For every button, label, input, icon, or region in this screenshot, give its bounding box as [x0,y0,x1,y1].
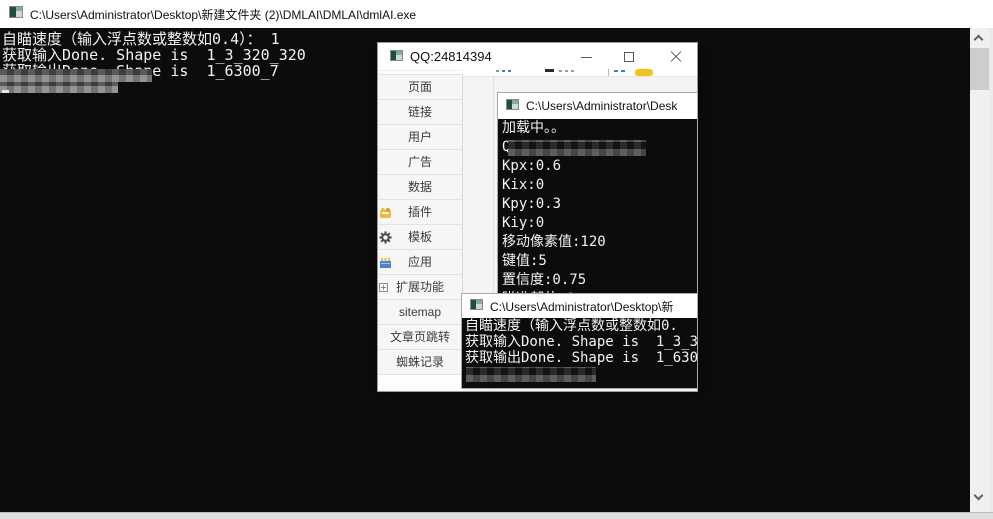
toolbar-fragment [508,70,511,72]
main-window-titlebar: C:\Users\Administrator\Desktop\新建文件夹 (2)… [0,0,993,28]
toolbar-fragment [496,70,499,72]
param-console-titlebar: C:\Users\Administrator\Desk [498,93,697,119]
censored-block [508,140,646,156]
censored-block [0,69,152,82]
console-line: 获取输入Done. Shape is 1_3_320_320 [2,47,306,63]
console-line: Kix:0 [502,176,697,195]
sidebar-item-plugins[interactable]: 插件 [378,200,462,225]
console-line: 获取输入Done. Shape is 1_3_32 [465,334,697,350]
sidebar-item-pages[interactable]: 页面 [378,75,462,100]
console-line: 获取输出Done. Shape is 1_6300 [465,350,697,366]
console-app-icon [506,97,519,115]
toolbar-button-clipped[interactable] [635,69,653,76]
param-console-title: C:\Users\Administrator\Desk [526,99,677,113]
plugin-icon [379,206,392,219]
console-line: 加载中。。 [502,119,697,138]
console-line: 置信度:0.75 [502,271,697,290]
maximize-icon [624,52,634,62]
qq-maximize-button[interactable] [612,43,646,71]
extension-icon [379,281,392,294]
toolbar-fragment [502,70,505,72]
console-line: 自瞄速度（输入浮点数或整数如0. [465,318,697,334]
toolbar-fragment [621,70,625,72]
toolbar-fragment [571,70,574,72]
qq-toolbar-clipped [463,69,697,77]
sidebar-item-spider-log[interactable]: 蜘蛛记录 [378,350,462,375]
overlay-console-titlebar: C:\Users\Administrator\Desktop\新 [462,294,697,318]
scroll-up-icon[interactable] [975,34,983,42]
console-line: 键值:5 [502,252,697,271]
qq-window-icon [390,48,403,66]
console-app-icon [9,5,23,23]
console-line: Kpy:0.3 [502,195,697,214]
console-line: 移动像素值:120 [502,233,697,252]
sidebar-item-users[interactable]: 用户 [378,125,462,150]
close-icon [670,51,682,63]
qq-minimize-button[interactable] [569,43,603,71]
minimize-icon [581,57,592,58]
apps-icon [379,256,392,269]
main-window-title: C:\Users\Administrator\Desktop\新建文件夹 (2)… [30,6,416,23]
desktop-stage: C:\Users\Administrator\Desktop\新建文件夹 (2)… [0,0,993,519]
main-console-scrollbar[interactable] [970,28,989,512]
console-line: Kiy:0 [502,214,697,233]
overlay-console-window: C:\Users\Administrator\Desktop\新 自瞄速度（输入… [461,293,698,389]
sidebar-item-data[interactable]: 数据 [378,175,462,200]
scroll-down-icon[interactable] [975,494,983,502]
sidebar-item-extensions[interactable]: 扩展功能 [378,275,462,300]
sidebar-item-ads[interactable]: 广告 [378,150,462,175]
window-frame-bottom [0,512,993,519]
qq-window-title: QQ:24814394 [410,49,492,64]
sidebar-item-article-redirect[interactable]: 文章页跳转 [378,325,462,350]
console-line: Kpx:0.6 [502,157,697,176]
toolbar-fragment [545,69,554,72]
sidebar-item-apps[interactable]: 应用 [378,250,462,275]
console-cursor [2,90,9,93]
censored-block [0,82,118,93]
toolbar-fragment [559,70,562,72]
toolbar-fragment [614,70,618,72]
scrollbar-thumb[interactable] [970,48,989,90]
sidebar-item-sitemap[interactable]: sitemap [378,300,462,325]
console-line: 自瞄速度（输入浮点数或整数如0.4）： 1 [2,31,280,47]
window-frame-right [989,0,993,519]
overlay-console-title: C:\Users\Administrator\Desktop\新 [490,298,673,315]
censored-block [466,367,596,382]
gear-icon [379,231,392,244]
sidebar-item-links[interactable]: 链接 [378,100,462,125]
sidebar-item-templates[interactable]: 模板 [378,225,462,250]
qq-sidebar: 页面 链接 用户 广告 数据 插件 模板 应用 [378,74,463,375]
qq-window-titlebar: QQ:24814394 [378,43,697,71]
toolbar-separator [608,69,609,76]
overlay-console-output: 自瞄速度（输入浮点数或整数如0. 获取输入Done. Shape is 1_3_… [462,318,697,388]
toolbar-fragment [565,70,568,72]
qq-close-button[interactable] [659,43,693,71]
console-app-icon [470,297,483,315]
